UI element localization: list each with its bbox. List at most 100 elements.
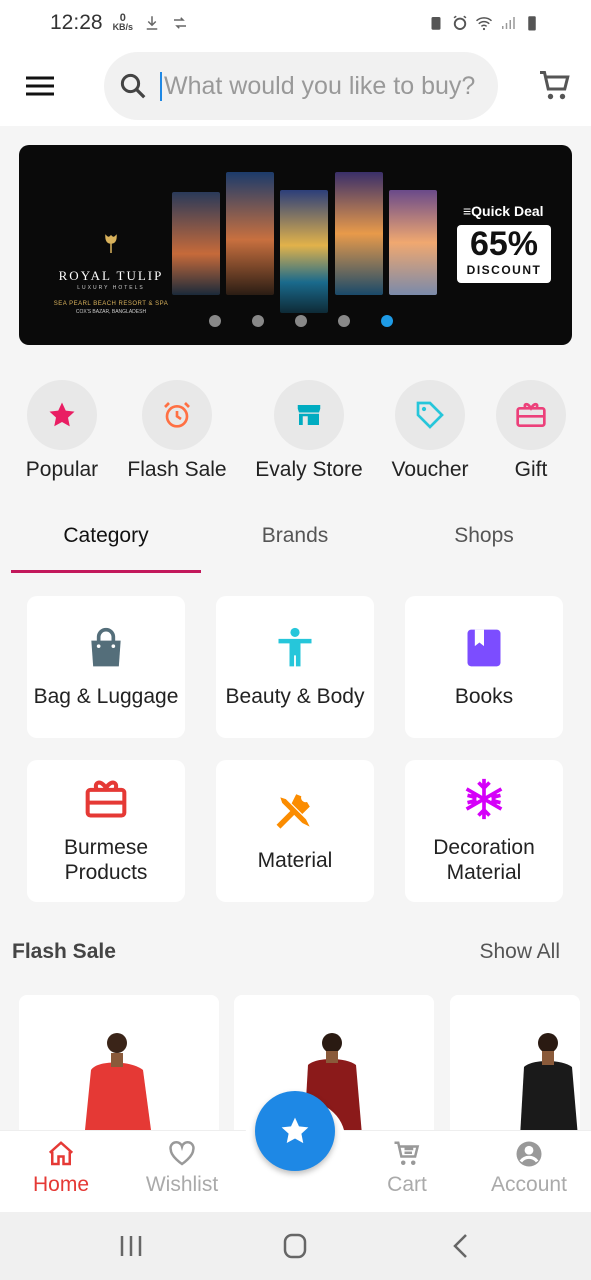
discount-badge: 65% DISCOUNT [457, 225, 551, 283]
banner-brand: ROYAL TULIP LUXURY HOTELS SEA PEARL BEAC… [41, 233, 181, 315]
carousel-dot[interactable] [337, 315, 350, 327]
quick-link-circle [274, 380, 344, 450]
featured-fab-button[interactable] [255, 1091, 335, 1171]
discount-text: DISCOUNT [466, 263, 542, 277]
book-icon [467, 629, 501, 666]
status-bar: 12:28 0 KB/s [0, 0, 591, 46]
cart-icon[interactable] [537, 68, 573, 104]
carousel-dot[interactable] [208, 315, 221, 327]
hamburger-menu-icon [26, 76, 54, 96]
category-books[interactable]: Books [405, 596, 563, 738]
accessibility-person-icon [278, 627, 312, 666]
category-material[interactable]: Material [216, 760, 374, 902]
category-label: Books [454, 684, 514, 708]
gift-card-icon [516, 403, 546, 427]
snowflake-icon [465, 778, 503, 820]
category-label: Beauty & Body [225, 684, 365, 708]
banner-photo-1 [172, 192, 220, 295]
heart-icon [169, 1140, 195, 1166]
quick-link-label: Gift [514, 458, 548, 481]
banner-photo-4 [335, 172, 383, 295]
nav-account[interactable]: Account [469, 1139, 589, 1197]
tab-category[interactable]: Category [11, 524, 201, 548]
quick-link-circle [496, 380, 566, 450]
category-beauty-body[interactable]: Beauty & Body [216, 596, 374, 738]
tag-icon [416, 401, 444, 429]
carousel-dot[interactable] [294, 315, 307, 327]
promo-banner[interactable]: ROYAL TULIP LUXURY HOTELS SEA PEARL BEAC… [19, 145, 572, 345]
category-label: Decoration Material [433, 836, 535, 884]
signal-icon [502, 17, 515, 29]
alarm-clock-icon [164, 402, 190, 428]
quick-link-label: Evaly Store [255, 458, 363, 481]
quick-link-label: Popular [25, 458, 99, 481]
tab-brands[interactable]: Brands [200, 524, 390, 548]
battery-icon [528, 16, 536, 31]
system-navigation-bar [0, 1212, 591, 1280]
show-all-link[interactable]: Show All [479, 940, 560, 964]
carousel-dot[interactable] [251, 315, 264, 327]
quick-link-popular[interactable]: Popular [0, 380, 127, 482]
nav-cart[interactable]: Cart [347, 1139, 467, 1197]
category-decoration-material[interactable]: Decoration Material [405, 760, 563, 902]
star-icon [281, 1117, 309, 1144]
alarm-icon [453, 15, 467, 30]
account-icon [516, 1141, 542, 1167]
banner-photo-5 [389, 190, 437, 295]
quick-links-row: Popular Flash Sale Evaly Store Voucher G… [0, 380, 591, 482]
menu-button[interactable] [0, 46, 80, 126]
nav-wishlist[interactable]: Wishlist [122, 1139, 242, 1197]
app-bar [0, 46, 591, 126]
network-speed: 0 KB/s [112, 13, 134, 32]
network-speed-unit: KB/s [112, 22, 134, 32]
download-icon [146, 16, 158, 30]
nav-home[interactable]: Home [1, 1139, 121, 1197]
back-icon[interactable] [446, 1232, 476, 1260]
quick-deal-text: Quick Deal [471, 203, 544, 219]
status-left: 12:28 0 KB/s [50, 11, 189, 35]
carousel-dot-active[interactable] [380, 315, 393, 327]
status-right [427, 14, 541, 32]
battery-saver-icon [431, 17, 441, 30]
nav-label: Wishlist [145, 1173, 219, 1196]
quick-link-label: Voucher [391, 458, 469, 481]
sync-transfer-icon [174, 17, 187, 29]
tools-icon [276, 793, 310, 829]
status-time: 12:28 [50, 11, 103, 34]
discount-percent: 65% [469, 225, 539, 263]
category-label: Bag & Luggage [33, 684, 179, 708]
star-icon [49, 402, 75, 427]
quick-link-evaly-store[interactable]: Evaly Store [244, 380, 374, 482]
quick-link-circle [27, 380, 97, 450]
flash-sale-title: Flash Sale [12, 940, 116, 963]
search-input[interactable] [160, 71, 480, 101]
quick-link-flash-sale[interactable]: Flash Sale [112, 380, 242, 482]
tab-shops[interactable]: Shops [389, 524, 579, 548]
active-tab-indicator [11, 570, 201, 573]
recent-apps-icon[interactable] [116, 1232, 146, 1260]
quick-link-gift[interactable]: Gift [466, 380, 591, 482]
banner-brand-name: ROYAL TULIP [58, 268, 164, 283]
quick-link-label: Flash Sale [127, 458, 227, 481]
search-icon [120, 73, 146, 99]
nav-label: Account [491, 1173, 567, 1196]
wifi-icon [476, 17, 492, 31]
nav-label: Home [32, 1173, 90, 1196]
carousel-dots [19, 315, 572, 327]
flash-sale-header: Flash Sale Show All [12, 940, 560, 964]
category-label: Burmese Products [63, 836, 149, 884]
quick-link-circle [395, 380, 465, 450]
banner-brand-sub: LUXURY HOTELS [77, 285, 145, 291]
gift-card-icon [85, 780, 127, 818]
quick-deal-label: ≡Quick Deal [463, 203, 544, 219]
banner-resort: SEA PEARL BEACH RESORT & SPA [53, 301, 169, 307]
category-bag-luggage[interactable]: Bag & Luggage [27, 596, 185, 738]
tulip-logo-icon [105, 234, 117, 253]
category-burmese-products[interactable]: Burmese Products [27, 760, 185, 902]
home-icon [48, 1141, 74, 1166]
home-button-icon[interactable] [280, 1232, 310, 1260]
search-bar[interactable] [104, 52, 498, 120]
quick-link-circle [142, 380, 212, 450]
category-label: Material [257, 848, 333, 872]
banner-photo-2 [226, 172, 274, 295]
